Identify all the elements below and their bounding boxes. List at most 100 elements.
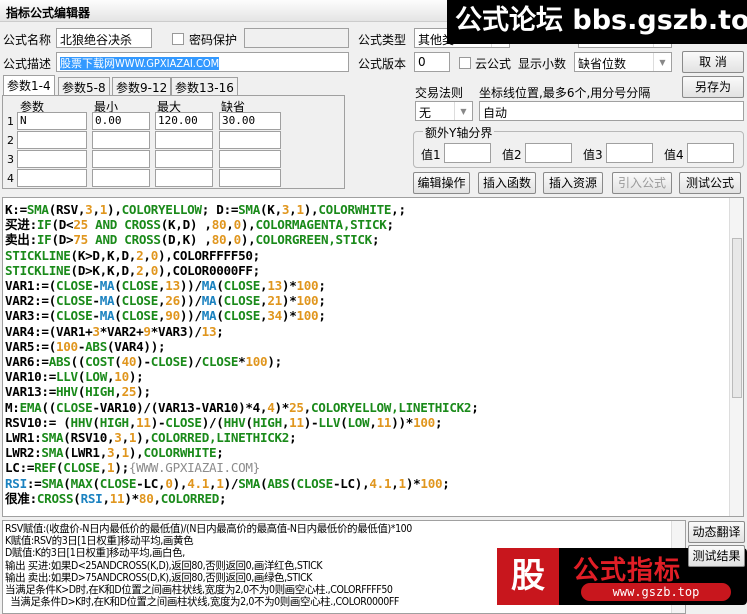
insert-resource-button[interactable]: 插入资源 bbox=[543, 172, 603, 194]
param-def-input[interactable] bbox=[219, 150, 281, 168]
code-token: 100 bbox=[296, 278, 319, 294]
param-min-input[interactable] bbox=[92, 150, 150, 168]
scrollbar-thumb[interactable] bbox=[732, 238, 742, 398]
param-min-input[interactable] bbox=[92, 169, 150, 187]
code-token: , bbox=[143, 247, 151, 263]
import-formula-button[interactable]: 引入公式 bbox=[612, 172, 672, 194]
param-max-input[interactable]: 120.00 bbox=[155, 112, 213, 130]
code-line: LWR2:SMA(LWR1,3,1),COLORWHITE; bbox=[5, 445, 478, 460]
extra-y-axis-label: 额外Y轴分界 bbox=[423, 124, 495, 141]
code-token: 1 bbox=[121, 445, 130, 461]
code-token: VAR10:= bbox=[5, 369, 56, 385]
code-token: 100 bbox=[413, 414, 435, 430]
code-token: 1 bbox=[398, 475, 407, 491]
code-token: - bbox=[92, 308, 100, 324]
code-token: HHV bbox=[55, 384, 78, 400]
code-token: - bbox=[92, 293, 100, 309]
test-result-button[interactable]: 测试结果 bbox=[688, 545, 745, 567]
code-token: 25 bbox=[121, 384, 137, 400]
editor-scrollbar[interactable] bbox=[729, 198, 743, 516]
cloud-formula-checkbox[interactable] bbox=[459, 56, 471, 70]
code-token: ( bbox=[245, 414, 253, 430]
password-input[interactable] bbox=[244, 28, 349, 48]
tab-params-5-8[interactable]: 参数5-8 bbox=[58, 77, 110, 95]
code-token: MA bbox=[201, 308, 217, 324]
translation-line: 输出 卖出:如果D>75ANDCROSS(D,K),返回80,否则返回0,画绿色… bbox=[5, 571, 313, 584]
code-token: 13 bbox=[201, 323, 217, 339]
test-formula-button[interactable]: 测试公式 bbox=[679, 172, 741, 194]
param-row-index: 4 bbox=[7, 172, 14, 185]
code-token: 0 bbox=[233, 232, 242, 248]
extra-value-input[interactable] bbox=[444, 143, 491, 163]
code-token: CLOSE bbox=[165, 414, 202, 430]
code-token: COLORWHITE bbox=[143, 445, 217, 461]
code-token: , bbox=[143, 262, 151, 278]
tab-params-9-12[interactable]: 参数9-12 bbox=[112, 77, 172, 95]
code-token: CLOSE bbox=[55, 278, 93, 294]
code-token: LLV bbox=[318, 414, 341, 430]
password-checkbox[interactable] bbox=[172, 32, 184, 46]
code-content: K:=SMA(RSV,3,1),COLORYELLOW; D:=SMA(K,3,… bbox=[5, 202, 479, 506]
decimals-select[interactable]: 缺省位数 ▼ bbox=[574, 52, 672, 72]
code-token: SMA bbox=[41, 475, 64, 491]
code-line: RSV10:= (HHV(HIGH,11)-CLOSE)/(HHV(HIGH,1… bbox=[5, 415, 478, 430]
code-token: MA bbox=[201, 293, 217, 309]
param-name-input[interactable] bbox=[17, 169, 87, 187]
param-def-input[interactable]: 30.00 bbox=[219, 112, 281, 130]
axis-lines-input[interactable]: 自动 bbox=[479, 101, 744, 121]
code-token: ); bbox=[267, 354, 282, 370]
param-name-input[interactable]: N bbox=[17, 112, 87, 130]
code-token: (D> bbox=[51, 232, 74, 248]
code-token: ( bbox=[114, 354, 122, 370]
param-row-index: 3 bbox=[7, 153, 14, 166]
cancel-button[interactable]: 取 消 bbox=[682, 51, 744, 73]
decimals-label: 显示小数 bbox=[518, 57, 567, 71]
code-token: CLOSE bbox=[56, 399, 93, 415]
code-token: CLOSE bbox=[223, 308, 261, 324]
code-token: 26 bbox=[165, 293, 180, 309]
formula-version-input[interactable]: 0 bbox=[414, 52, 450, 72]
tab-params-1-4[interactable]: 参数1-4 bbox=[3, 75, 55, 96]
param-row-index: 1 bbox=[7, 115, 14, 128]
param-max-input[interactable] bbox=[155, 150, 213, 168]
code-token: , bbox=[121, 430, 130, 446]
code-token: 0 bbox=[233, 217, 242, 233]
extra-value-input[interactable] bbox=[606, 143, 653, 163]
code-token: ( bbox=[63, 475, 71, 491]
extra-value-label: 值3 bbox=[583, 148, 603, 162]
param-min-input[interactable]: 0.00 bbox=[92, 112, 150, 130]
code-token: COLORYELLOW,LINETHICK2 bbox=[310, 399, 472, 415]
code-token: )* bbox=[124, 490, 139, 506]
save-as-button[interactable]: 另存为 bbox=[682, 76, 744, 98]
param-max-input[interactable] bbox=[155, 169, 213, 187]
code-token: MA bbox=[99, 293, 115, 309]
param-def-input[interactable] bbox=[219, 131, 281, 149]
code-token: 100 bbox=[245, 354, 268, 370]
formula-desc-input[interactable]: 股票下载网WWW.GPXIAZAI.COM bbox=[56, 52, 349, 72]
param-name-input[interactable] bbox=[17, 150, 87, 168]
param-min-input[interactable] bbox=[92, 131, 150, 149]
code-editor[interactable]: K:=SMA(RSV,3,1),COLORYELLOW; D:=SMA(K,3,… bbox=[2, 197, 744, 517]
code-token: 很准: bbox=[5, 490, 37, 506]
code-line: VAR13:=HHV(HIGH,25); bbox=[5, 384, 478, 399]
tab-params-13-16[interactable]: 参数13-16 bbox=[171, 77, 238, 95]
dynamic-translate-button[interactable]: 动态翻译 bbox=[688, 521, 745, 543]
extra-value-label: 值1 bbox=[421, 148, 441, 162]
formula-name-input[interactable]: 北狼绝谷决杀 bbox=[56, 28, 152, 48]
code-token: CLOSE bbox=[121, 308, 159, 324]
extra-value-input[interactable] bbox=[687, 143, 734, 163]
param-def-input[interactable] bbox=[219, 169, 281, 187]
code-token: , bbox=[114, 384, 122, 400]
param-name-input[interactable] bbox=[17, 131, 87, 149]
code-token: )/( bbox=[201, 414, 224, 430]
code-token: , bbox=[153, 490, 161, 506]
extra-value-label: 值2 bbox=[502, 148, 522, 162]
trade-rule-select[interactable]: 无 ▼ bbox=[415, 101, 473, 121]
code-token: ABS bbox=[267, 475, 290, 491]
extra-value-input[interactable] bbox=[525, 143, 572, 163]
code-token: CLOSE bbox=[55, 293, 93, 309]
insert-function-button[interactable]: 插入函数 bbox=[478, 172, 536, 194]
param-max-input[interactable] bbox=[155, 131, 213, 149]
code-token: HIGH bbox=[85, 384, 115, 400]
edit-operations-button[interactable]: 编辑操作 bbox=[413, 172, 470, 194]
